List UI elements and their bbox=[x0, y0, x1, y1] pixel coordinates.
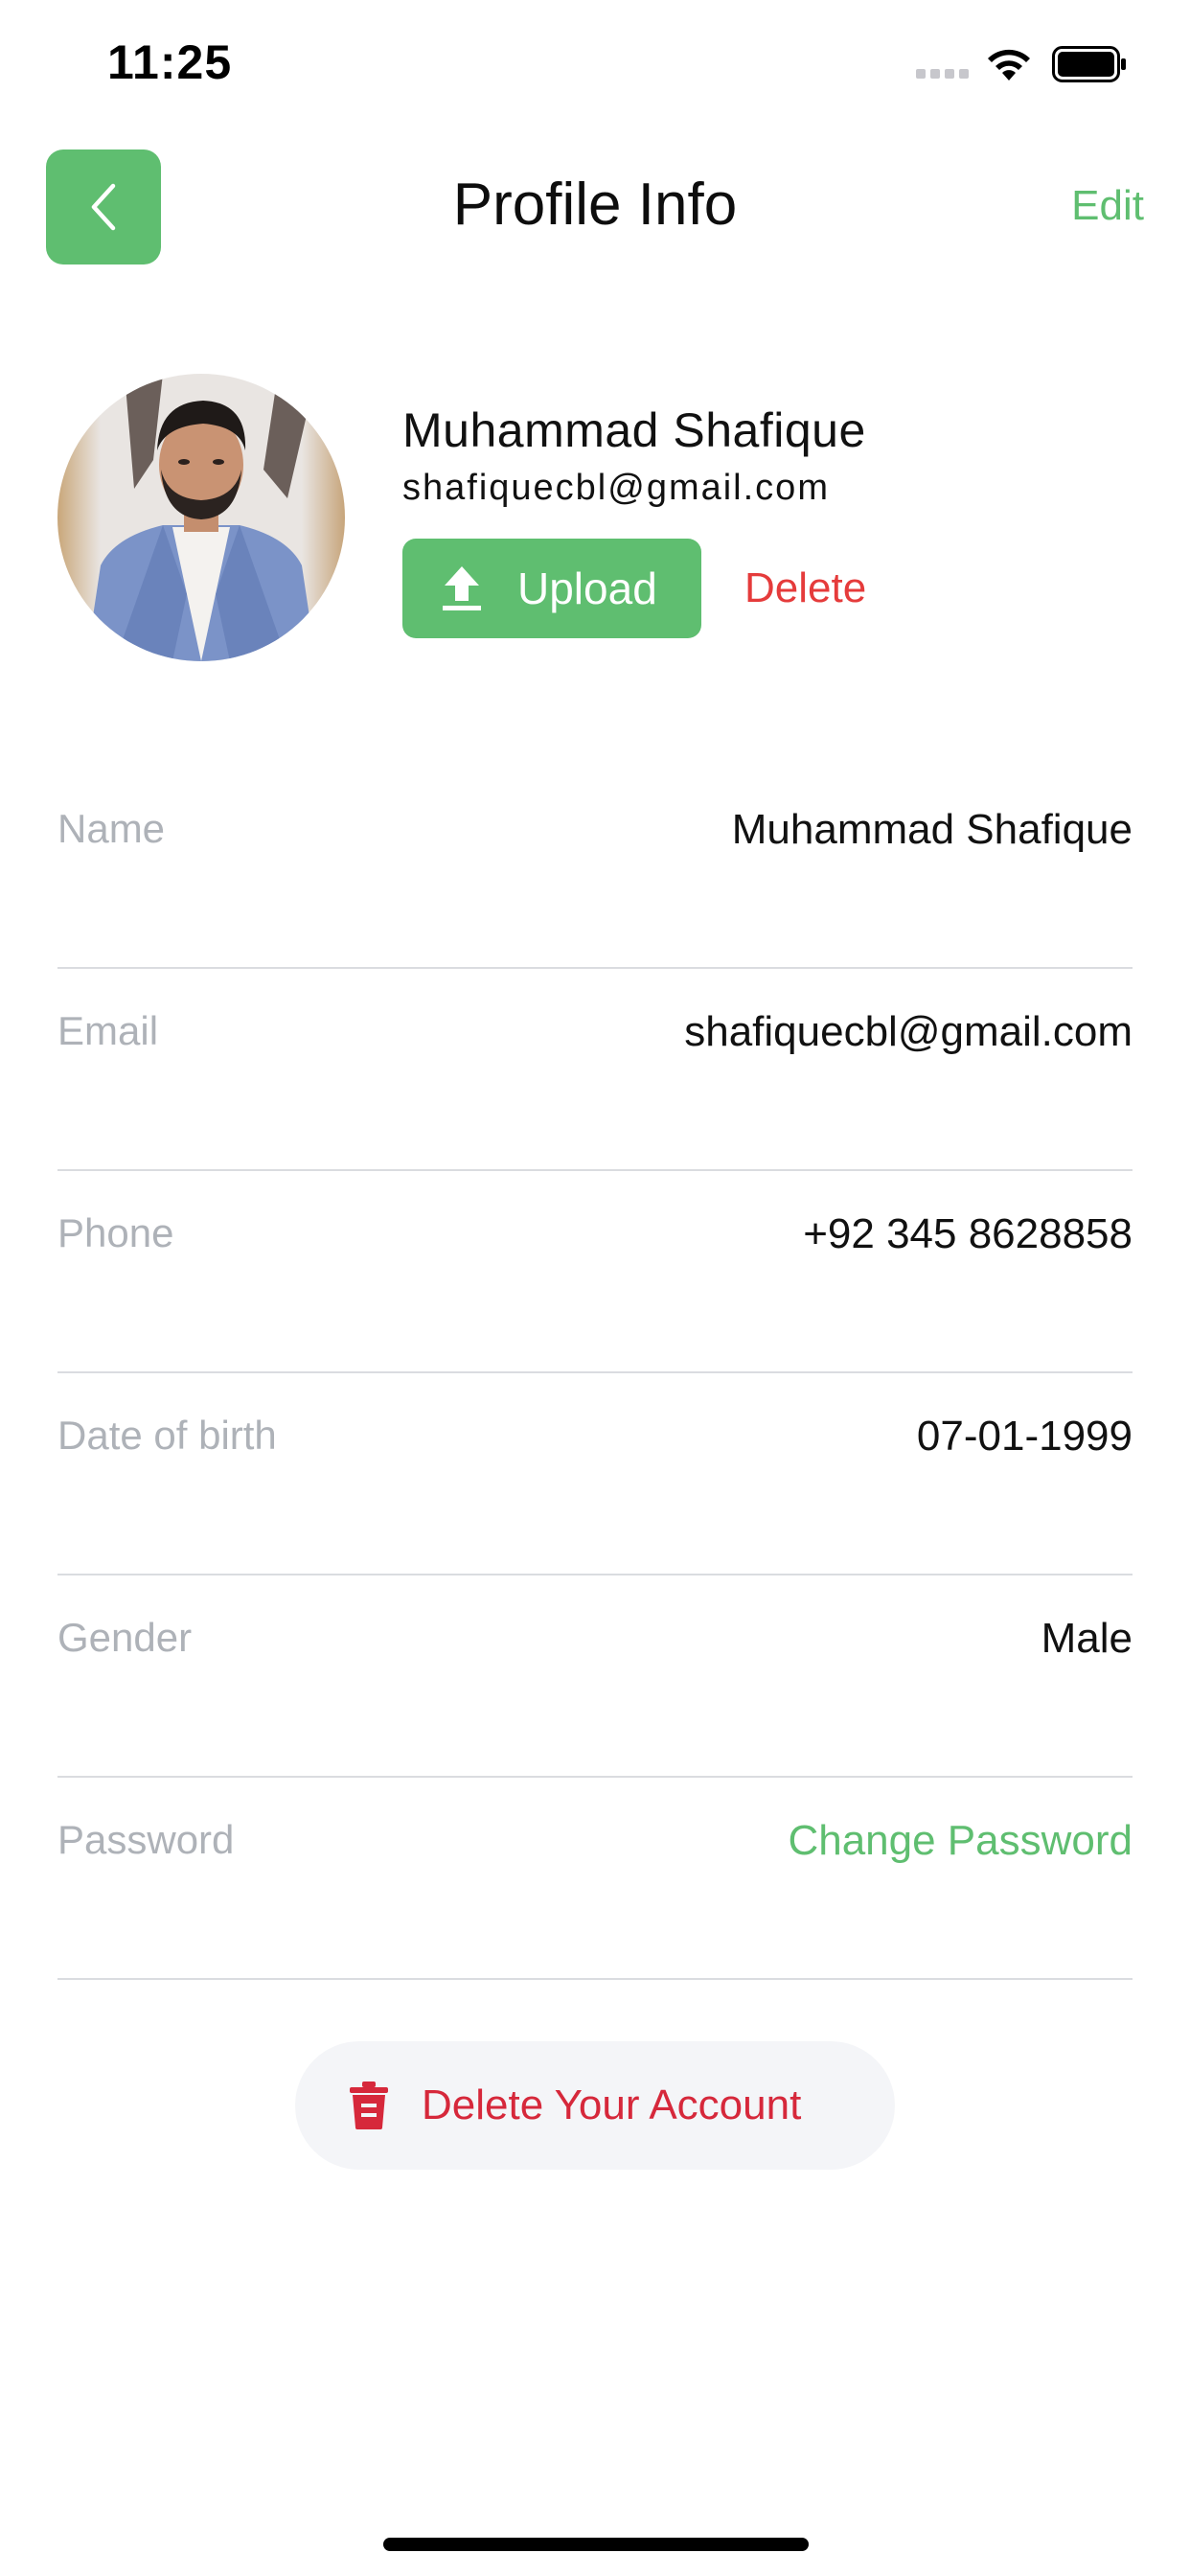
info-label: Name bbox=[57, 806, 166, 851]
info-value: shafiquecbl@gmail.com bbox=[684, 1008, 1133, 1055]
page-title: Profile Info bbox=[452, 172, 738, 238]
info-label: Date of birth bbox=[57, 1413, 277, 1458]
info-label: Email bbox=[57, 1008, 159, 1053]
home-indicator bbox=[383, 2538, 809, 2551]
cellular-signal-icon bbox=[916, 67, 970, 85]
info-value: Muhammad Shafique bbox=[731, 806, 1133, 853]
trash-icon bbox=[349, 2081, 389, 2130]
change-password-link[interactable]: Change Password bbox=[788, 1817, 1133, 1865]
profile-info-list: Name Muhammad Shafique Email shafiquecbl… bbox=[57, 767, 1133, 1980]
delete-account-label: Delete Your Account bbox=[422, 2082, 802, 2128]
wifi-icon bbox=[985, 44, 1033, 87]
delete-photo-button[interactable]: Delete bbox=[744, 564, 866, 612]
info-row-date-of-birth: Date of birth 07-01-1999 bbox=[57, 1373, 1133, 1576]
info-value: 07-01-1999 bbox=[916, 1413, 1133, 1460]
upload-label: Upload bbox=[517, 564, 657, 613]
info-value: +92 345 8628858 bbox=[803, 1210, 1133, 1257]
info-label: Gender bbox=[57, 1615, 193, 1660]
battery-icon bbox=[1052, 46, 1129, 87]
upload-button[interactable]: Upload bbox=[402, 539, 701, 638]
info-value: Male bbox=[1041, 1615, 1133, 1662]
info-row-phone: Phone +92 345 8628858 bbox=[57, 1171, 1133, 1373]
info-row-password: Password Change Password bbox=[57, 1778, 1133, 1980]
profile-name: Muhammad Shafique bbox=[402, 403, 866, 457]
info-row-email: Email shafiquecbl@gmail.com bbox=[57, 969, 1133, 1171]
info-label: Password bbox=[57, 1817, 235, 1862]
info-row-gender: Gender Male bbox=[57, 1576, 1133, 1778]
info-label: Phone bbox=[57, 1210, 174, 1255]
edit-button[interactable]: Edit bbox=[1071, 182, 1144, 230]
status-bar: 11:25 bbox=[0, 0, 1190, 126]
status-time: 11:25 bbox=[107, 35, 233, 89]
upload-icon bbox=[441, 564, 483, 612]
info-row-name: Name Muhammad Shafique bbox=[57, 767, 1133, 969]
delete-account-button[interactable]: Delete Your Account bbox=[295, 2041, 895, 2170]
avatar bbox=[57, 374, 345, 661]
profile-email: shafiquecbl@gmail.com bbox=[402, 468, 830, 508]
